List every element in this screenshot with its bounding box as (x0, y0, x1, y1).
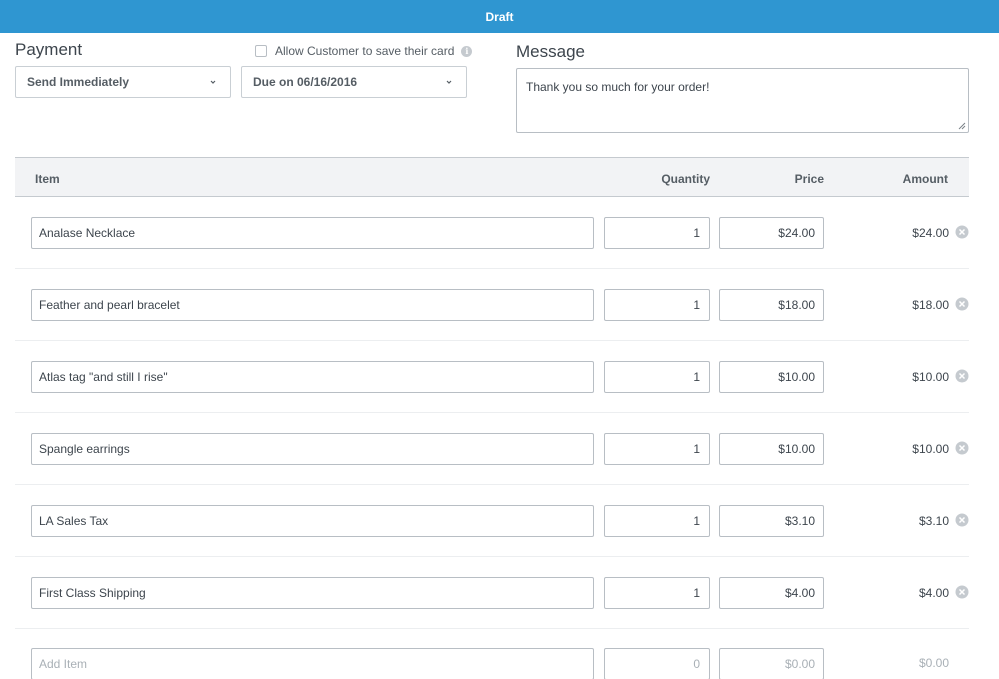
price-input[interactable]: $3.10 (719, 505, 824, 537)
allow-save-card-label: Allow Customer to save their card (275, 44, 455, 58)
payment-title: Payment (15, 40, 83, 59)
quantity-input[interactable]: 1 (604, 505, 710, 537)
item-column-header: Item (35, 172, 60, 186)
line-amount: $18.00 (912, 298, 949, 312)
chevron-down-icon (446, 80, 452, 84)
remove-circle-icon[interactable] (955, 513, 969, 527)
remove-circle-icon[interactable] (955, 369, 969, 383)
remove-circle-icon[interactable] (955, 585, 969, 599)
remove-circle-icon[interactable] (955, 297, 969, 311)
item-name-input[interactable]: Atlas tag "and still I rise" (31, 361, 594, 393)
message-text: Thank you so much for your order! (526, 80, 710, 94)
quantity-input[interactable]: 1 (604, 217, 710, 249)
items-table-header: Item Quantity Price Amount (15, 157, 969, 197)
table-row: Spangle earrings 1 $10.00 $10.00 (15, 413, 969, 485)
line-amount: $10.00 (912, 442, 949, 456)
line-amount: $24.00 (912, 226, 949, 240)
new-line-amount: $0.00 (918, 656, 949, 670)
new-quantity-input[interactable]: 0 (604, 648, 710, 679)
table-row: LA Sales Tax 1 $3.10 $3.10 (15, 485, 969, 557)
quantity-input[interactable]: 1 (604, 577, 710, 609)
remove-circle-icon[interactable] (955, 225, 969, 239)
item-name-input[interactable]: LA Sales Tax (31, 505, 594, 537)
allow-save-card-option[interactable]: Allow Customer to save their card i (255, 43, 473, 59)
allow-save-card-checkbox[interactable] (255, 45, 267, 57)
quantity-input[interactable]: 1 (604, 361, 710, 393)
new-price-input[interactable]: $0.00 (719, 648, 824, 679)
line-amount: $3.10 (918, 514, 949, 528)
table-row: Analase Necklace 1 $24.00 $24.00 (15, 197, 969, 269)
line-amount: $10.00 (912, 370, 949, 384)
price-column-header: Price (794, 172, 824, 186)
info-icon[interactable]: i (461, 45, 473, 57)
amount-column-header: Amount (902, 172, 948, 186)
table-row: Atlas tag "and still I rise" 1 $10.00 $1… (15, 341, 969, 413)
top-bar: Draft (0, 0, 999, 33)
price-input[interactable]: $10.00 (719, 433, 824, 465)
page-title: Draft (485, 9, 514, 24)
price-input[interactable]: $10.00 (719, 361, 824, 393)
line-amount: $4.00 (918, 586, 949, 600)
quantity-input[interactable]: 1 (604, 433, 710, 465)
item-name-input[interactable]: First Class Shipping (31, 577, 594, 609)
table-row: First Class Shipping 1 $4.00 $4.00 (15, 557, 969, 629)
send-timing-select[interactable]: Send Immediately (15, 66, 231, 98)
quantity-input[interactable]: 1 (604, 289, 710, 321)
item-name-input[interactable]: Analase Necklace (31, 217, 594, 249)
price-input[interactable]: $24.00 (719, 217, 824, 249)
chevron-down-icon (210, 80, 216, 84)
price-input[interactable]: $18.00 (719, 289, 824, 321)
price-input[interactable]: $4.00 (719, 577, 824, 609)
message-textarea[interactable]: Thank you so much for your order! (516, 68, 969, 133)
table-row: Feather and pearl bracelet 1 $18.00 $18.… (15, 269, 969, 341)
due-date-select[interactable]: Due on 06/16/2016 (241, 66, 467, 98)
item-name-input[interactable]: Feather and pearl bracelet (31, 289, 594, 321)
remove-circle-icon[interactable] (955, 441, 969, 455)
due-date-value: Due on 06/16/2016 (253, 75, 358, 89)
resize-grip-icon[interactable] (958, 122, 966, 130)
message-title: Message (516, 42, 585, 61)
new-item-row: Add Item 0 $0.00 $0.00 (15, 628, 969, 679)
send-timing-value: Send Immediately (27, 75, 130, 89)
add-item-input[interactable]: Add Item (31, 648, 594, 679)
item-name-input[interactable]: Spangle earrings (31, 433, 594, 465)
quantity-column-header: Quantity (661, 172, 710, 186)
